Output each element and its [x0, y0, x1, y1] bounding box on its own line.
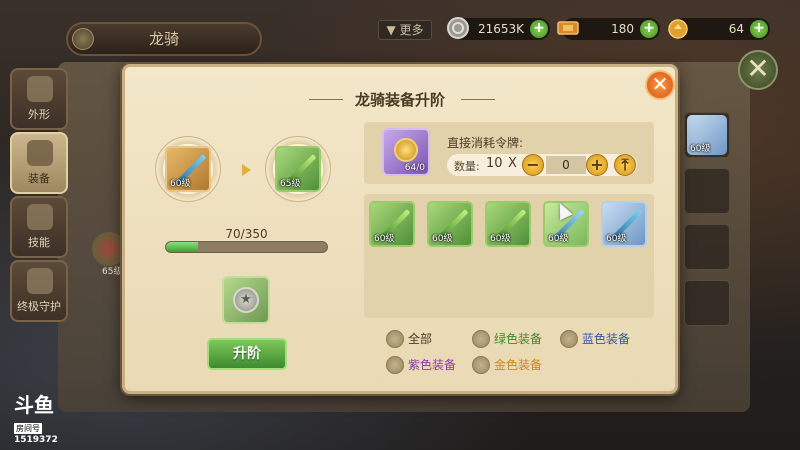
material-item[interactable]: 60级	[601, 201, 647, 247]
side-tab-bar: 外形 装备 技能 终极守护	[10, 68, 68, 324]
filter-blue[interactable]: 蓝色装备	[560, 330, 630, 348]
tab-ultimate-guard[interactable]: 终极守护	[10, 260, 68, 322]
more-label: 更多	[399, 23, 424, 37]
watermark-room-id: 1519372	[14, 435, 58, 445]
tab-skills[interactable]: 技能	[10, 196, 68, 258]
dragon-head-icon	[27, 76, 53, 102]
radio-icon	[472, 356, 490, 374]
dialog-title: 龙骑装备升阶	[354, 91, 445, 109]
upgrade-button[interactable]: 升阶	[207, 338, 287, 370]
background-slot	[684, 224, 730, 270]
filter-gold-label: 金色装备	[494, 358, 543, 372]
material-item-level: 60级	[374, 234, 395, 244]
progress-fill	[166, 242, 199, 252]
title-decoration-right	[461, 99, 495, 100]
coin-star-icon: ★	[233, 287, 259, 313]
silver-coin-icon	[447, 17, 469, 39]
radio-icon	[472, 330, 490, 348]
filter-blue-label: 蓝色装备	[582, 332, 631, 346]
filter-gold[interactable]: 金色装备	[472, 356, 542, 374]
add-gold-button[interactable]: +	[750, 20, 768, 38]
material-item-level: 60级	[548, 234, 569, 244]
material-item[interactable]: 60级	[485, 201, 531, 247]
current-item-level: 60级	[170, 179, 191, 189]
gold-value: 64	[728, 22, 744, 36]
silver-coin-resource: 21653K +	[447, 17, 550, 40]
material-item[interactable]: 60级	[427, 201, 473, 247]
radio-icon	[386, 330, 404, 348]
radio-icon	[386, 356, 404, 374]
tab-skills-label: 技能	[28, 236, 50, 249]
ticket-resource: 180 +	[557, 18, 660, 40]
watermark-logo: 斗鱼	[14, 393, 54, 417]
increase-button[interactable]: +	[586, 154, 608, 176]
more-button[interactable]: ▼ 更多	[378, 20, 432, 40]
current-equipment-item[interactable]: 60级	[165, 146, 211, 192]
filter-green-label: 绿色装备	[494, 332, 543, 346]
page-title-plate: 龙骑	[66, 22, 262, 56]
token-slot[interactable]: ★	[222, 276, 270, 324]
quantity-per-unit: 10	[486, 156, 503, 171]
tab-appearance[interactable]: 外形	[10, 68, 68, 130]
filter-all-label: 全部	[408, 332, 433, 346]
quantity-label: 数量:	[454, 160, 480, 173]
gold-resource: 64 +	[668, 18, 770, 40]
add-ticket-button[interactable]: +	[640, 20, 658, 38]
armor-icon	[27, 140, 53, 166]
gold-ingot-icon	[668, 19, 688, 39]
dragon-emblem-icon	[72, 28, 94, 50]
filter-all[interactable]: 全部	[386, 330, 432, 348]
page-title: 龙骑	[148, 30, 179, 48]
token-count: 64/0	[404, 163, 425, 173]
next-equipment-item[interactable]: 65级	[275, 146, 321, 192]
filter-green[interactable]: 绿色装备	[472, 330, 542, 348]
tab-appearance-label: 外形	[28, 108, 50, 121]
upgrade-arrow-icon	[242, 164, 251, 176]
material-item-level: 60级	[490, 234, 511, 244]
watermark-room-label: 房间号	[14, 423, 42, 434]
background-slot-item: 60级	[687, 115, 727, 155]
background-slot-level: 60级	[690, 144, 711, 154]
tab-ultimate-guard-label: 终极守护	[17, 300, 61, 313]
decrease-button[interactable]: −	[522, 154, 544, 176]
radio-icon	[560, 330, 578, 348]
material-item-level: 60级	[606, 234, 627, 244]
progress-text: 70/350	[225, 227, 268, 241]
stream-watermark: 斗鱼 房间号 1519372	[14, 394, 58, 445]
ticket-value: 180	[611, 22, 634, 36]
tab-equipment-label: 装备	[28, 172, 50, 185]
filter-purple-label: 紫色装备	[408, 358, 457, 372]
next-item-level: 65级	[280, 179, 301, 189]
close-page-button[interactable]: ✕	[738, 50, 778, 90]
puzzle-icon	[27, 268, 53, 294]
background-item-level: 65级	[102, 267, 123, 277]
background-slot	[684, 168, 730, 214]
background-equipment-icon	[92, 232, 126, 266]
progress-bar	[165, 241, 328, 253]
material-item-level: 60级	[432, 234, 453, 244]
tab-equipment[interactable]: 装备	[10, 132, 68, 194]
ticket-icon	[557, 21, 579, 35]
quantity-multiply: X	[508, 156, 517, 171]
silver-coin-value: 21653K	[477, 22, 524, 36]
quantity-input[interactable]: 0	[546, 156, 586, 174]
add-silver-button[interactable]: +	[530, 20, 548, 38]
background-slot: 60级	[684, 112, 730, 158]
medal-icon	[394, 138, 418, 162]
token-item[interactable]: 64/0	[382, 128, 430, 176]
background-slot	[684, 280, 730, 326]
max-quantity-button[interactable]: ⤒	[614, 154, 636, 176]
dropdown-arrow-icon: ▼	[386, 23, 396, 37]
consume-label: 直接消耗令牌:	[447, 136, 524, 150]
filter-purple[interactable]: 紫色装备	[386, 356, 456, 374]
skill-icon	[27, 204, 53, 230]
material-item[interactable]: 60级	[369, 201, 415, 247]
close-dialog-button[interactable]: ✕	[645, 70, 675, 100]
